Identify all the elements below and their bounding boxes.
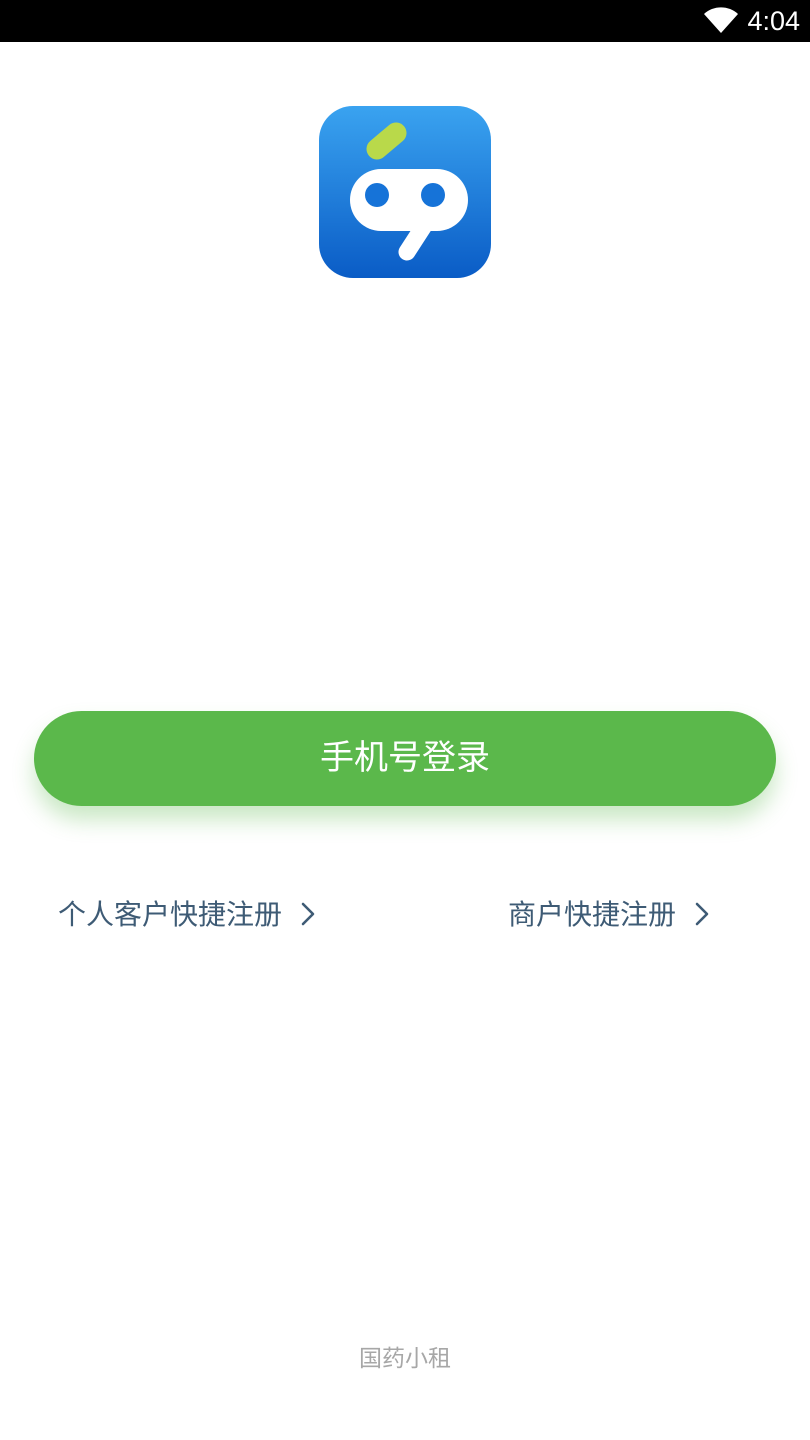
app-logo-icon	[319, 106, 491, 278]
footer-brand-name: 国药小租	[359, 1346, 451, 1372]
personal-register-link[interactable]: 个人客户快捷注册	[58, 893, 315, 937]
merchant-register-link[interactable]: 商户快捷注册	[508, 893, 709, 937]
chevron-right-icon	[695, 902, 709, 926]
phone-login-button[interactable]: 手机号登录	[34, 711, 776, 806]
status-bar: 4:04	[0, 0, 810, 42]
personal-register-label: 个人客户快捷注册	[58, 898, 283, 931]
wifi-icon	[704, 7, 738, 33]
chevron-right-icon	[301, 902, 315, 926]
status-clock: 4:04	[747, 6, 800, 36]
merchant-register-label: 商户快捷注册	[508, 898, 677, 931]
